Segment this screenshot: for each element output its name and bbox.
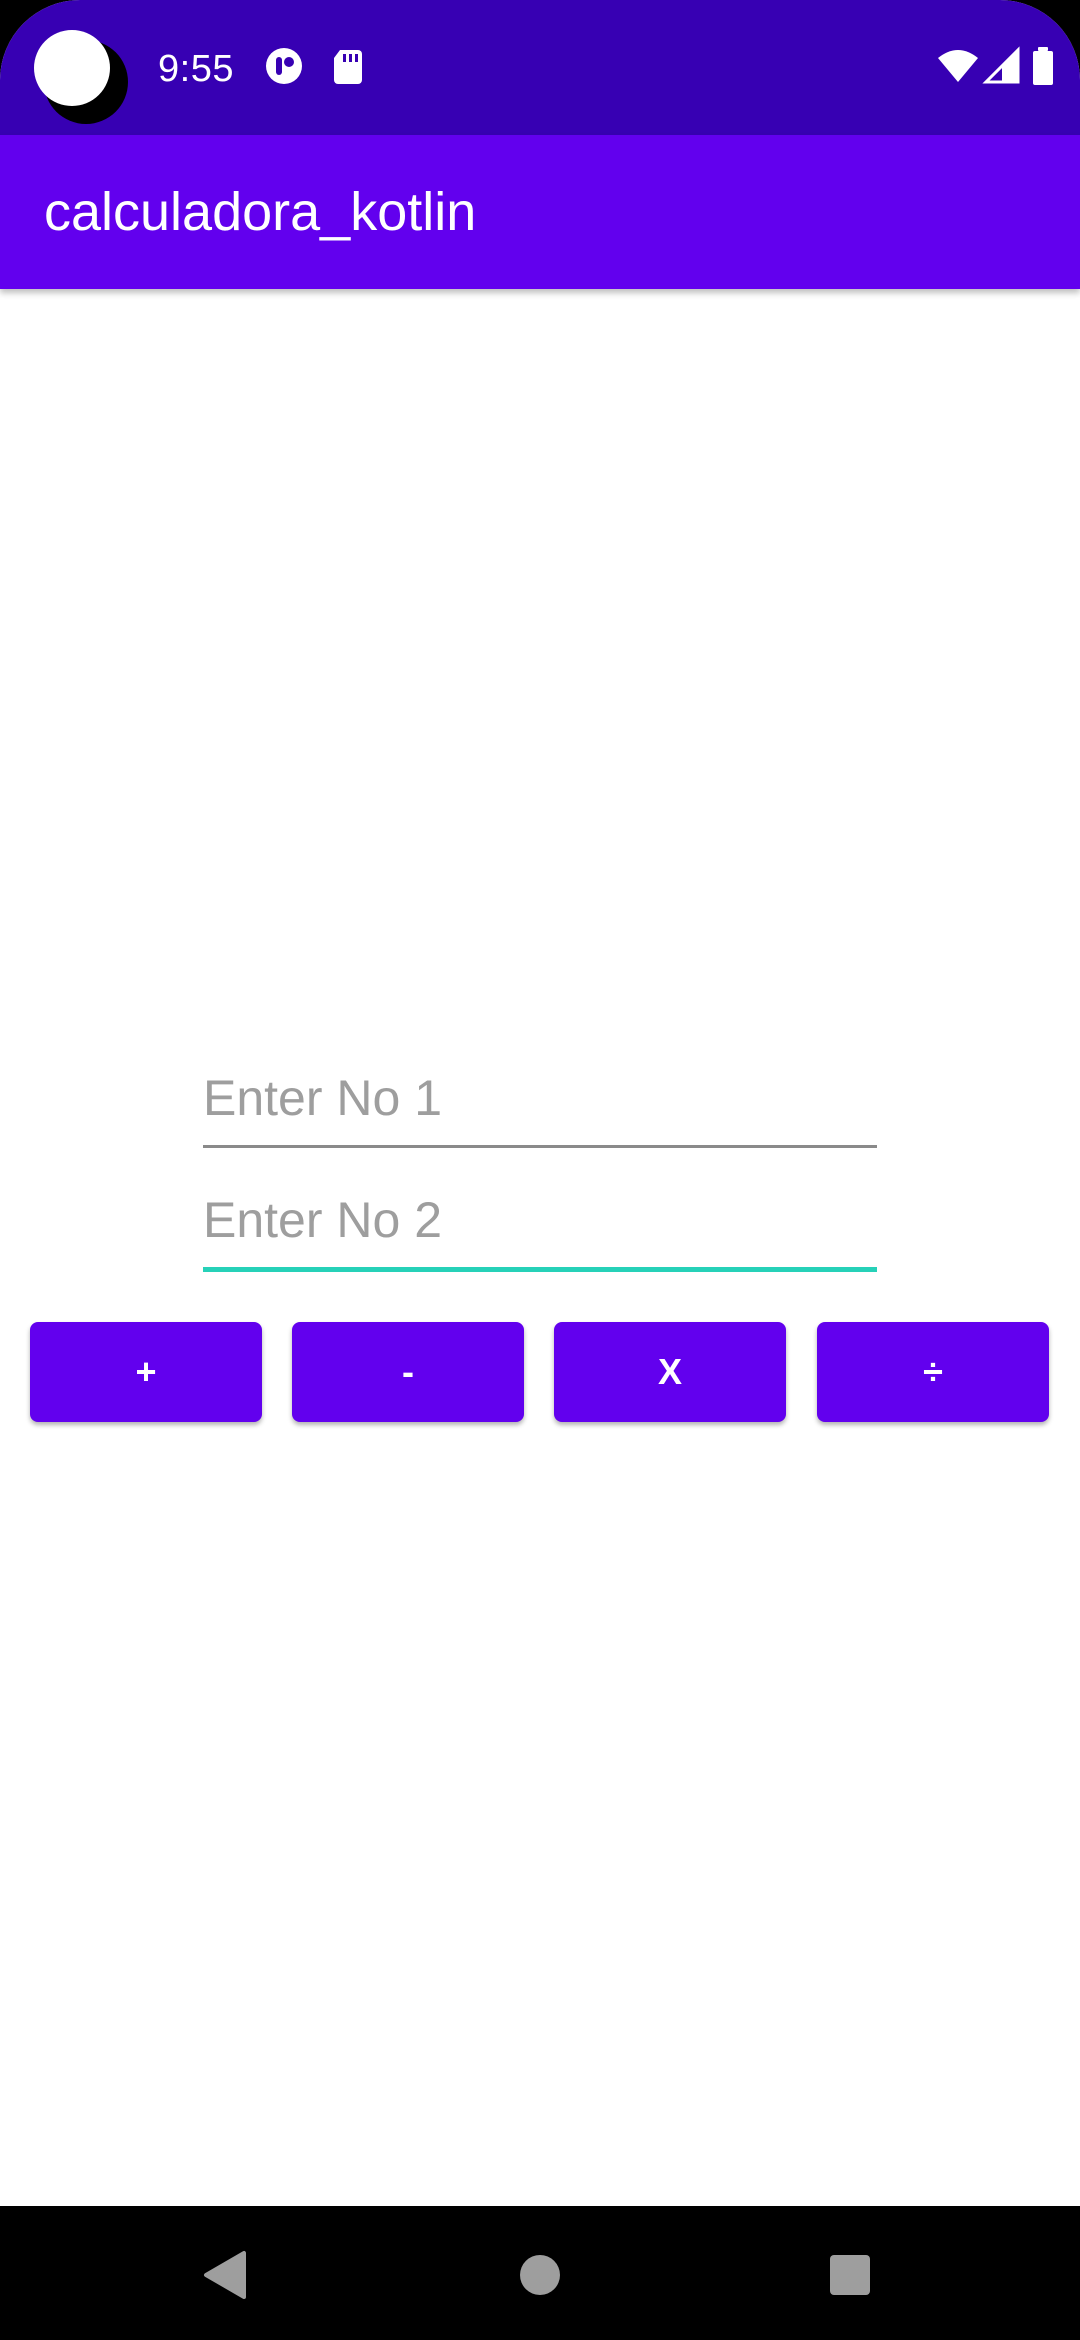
battery-icon (1030, 46, 1056, 86)
front-camera-cutout (34, 30, 130, 126)
calculator-content: + - X ÷ (0, 289, 1080, 2206)
subtract-button[interactable]: - (292, 1322, 524, 1422)
home-icon (520, 2255, 560, 2295)
number1-input[interactable] (203, 1059, 877, 1145)
number2-field (203, 1181, 877, 1272)
signal-icon (982, 46, 1022, 86)
notification-app-icon (264, 46, 304, 86)
status-time: 9:55 (158, 48, 234, 90)
number1-field (203, 1059, 877, 1148)
app-bar: calculadora_kotlin (0, 135, 1080, 289)
status-bar: 9:55 (0, 0, 1080, 135)
navigation-bar (0, 2206, 1080, 2340)
number2-input[interactable] (203, 1181, 877, 1267)
back-icon (204, 2251, 246, 2299)
app-title: calculadora_kotlin (44, 182, 477, 242)
multiply-button[interactable]: X (554, 1322, 786, 1422)
wifi-icon (936, 46, 980, 86)
device-screen: 9:55 calculadora_kotlin Enter No 1 Enter… (0, 0, 1080, 2340)
sd-card-icon (328, 46, 368, 86)
divide-button[interactable]: ÷ (817, 1322, 1049, 1422)
recents-button[interactable] (805, 2230, 895, 2320)
recents-icon (830, 2255, 870, 2295)
back-button[interactable] (180, 2230, 270, 2320)
home-button[interactable] (495, 2230, 585, 2320)
add-button[interactable]: + (30, 1322, 262, 1422)
